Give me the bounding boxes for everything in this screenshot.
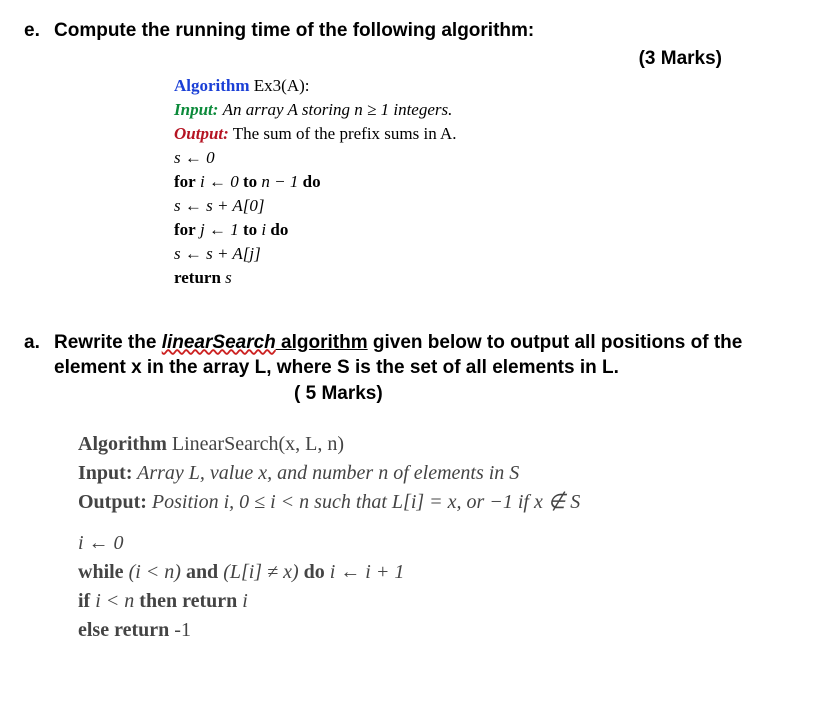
- question-a-marks: ( 5 Marks): [294, 381, 383, 407]
- algo-line-sA0: s ← s + A[0]: [174, 195, 808, 218]
- algorithm-ex3: Algorithm Ex3(A): Input: An array A stor…: [174, 75, 808, 289]
- ls-line-while: while (i < n) and (L[i] ≠ x) do i ← i + …: [78, 559, 808, 586]
- question-a-label: a.: [24, 330, 54, 356]
- algo-line-s0: s ← 0: [174, 147, 808, 170]
- input-kw: Input:: [174, 100, 218, 119]
- question-e: e. Compute the running time of the follo…: [24, 18, 808, 44]
- algo-input: Input: An array A storing n ≥ 1 integers…: [174, 99, 808, 122]
- question-e-marks: (3 Marks): [24, 46, 808, 72]
- algo-title: Algorithm Ex3(A):: [174, 75, 808, 98]
- algo-line-for-i: for i ← 0 to n − 1 do: [174, 171, 808, 194]
- ls-line-else: else return -1: [78, 617, 808, 644]
- output-text: The sum of the prefix sums in A.: [233, 124, 457, 143]
- algo-output: Output: The sum of the prefix sums in A.: [174, 123, 808, 146]
- ls-output: Output: Position i, 0 ≤ i < n such that …: [78, 489, 808, 516]
- algo-line-return: return s: [174, 267, 808, 290]
- wavy-word: linearSearch: [162, 332, 276, 353]
- question-e-label: e.: [24, 18, 54, 44]
- ls-line-i0: i ← 0: [78, 530, 808, 557]
- ls-title: Algorithm LinearSearch(x, L, n): [78, 431, 808, 458]
- ls-line-if: if i < n then return i: [78, 588, 808, 615]
- algo-title-name: Ex3(A):: [254, 76, 310, 95]
- algo-line-sAj: s ← s + A[j]: [174, 243, 808, 266]
- algo-title-kw: Algorithm: [174, 76, 250, 95]
- algo-line-for-j: for j ← 1 to i do: [174, 219, 808, 242]
- output-kw: Output:: [174, 124, 229, 143]
- question-a: a. Rewrite the linearSearch algorithm gi…: [24, 330, 808, 429]
- ls-input: Input: Array L, value x, and number n of…: [78, 460, 808, 487]
- question-a-text: Rewrite the linearSearch algorithm given…: [54, 330, 808, 407]
- algorithm-linearsearch: Algorithm LinearSearch(x, L, n) Input: A…: [78, 431, 808, 644]
- input-text: An array A storing n ≥ 1 integers.: [223, 100, 453, 119]
- question-e-text: Compute the running time of the followin…: [54, 18, 808, 44]
